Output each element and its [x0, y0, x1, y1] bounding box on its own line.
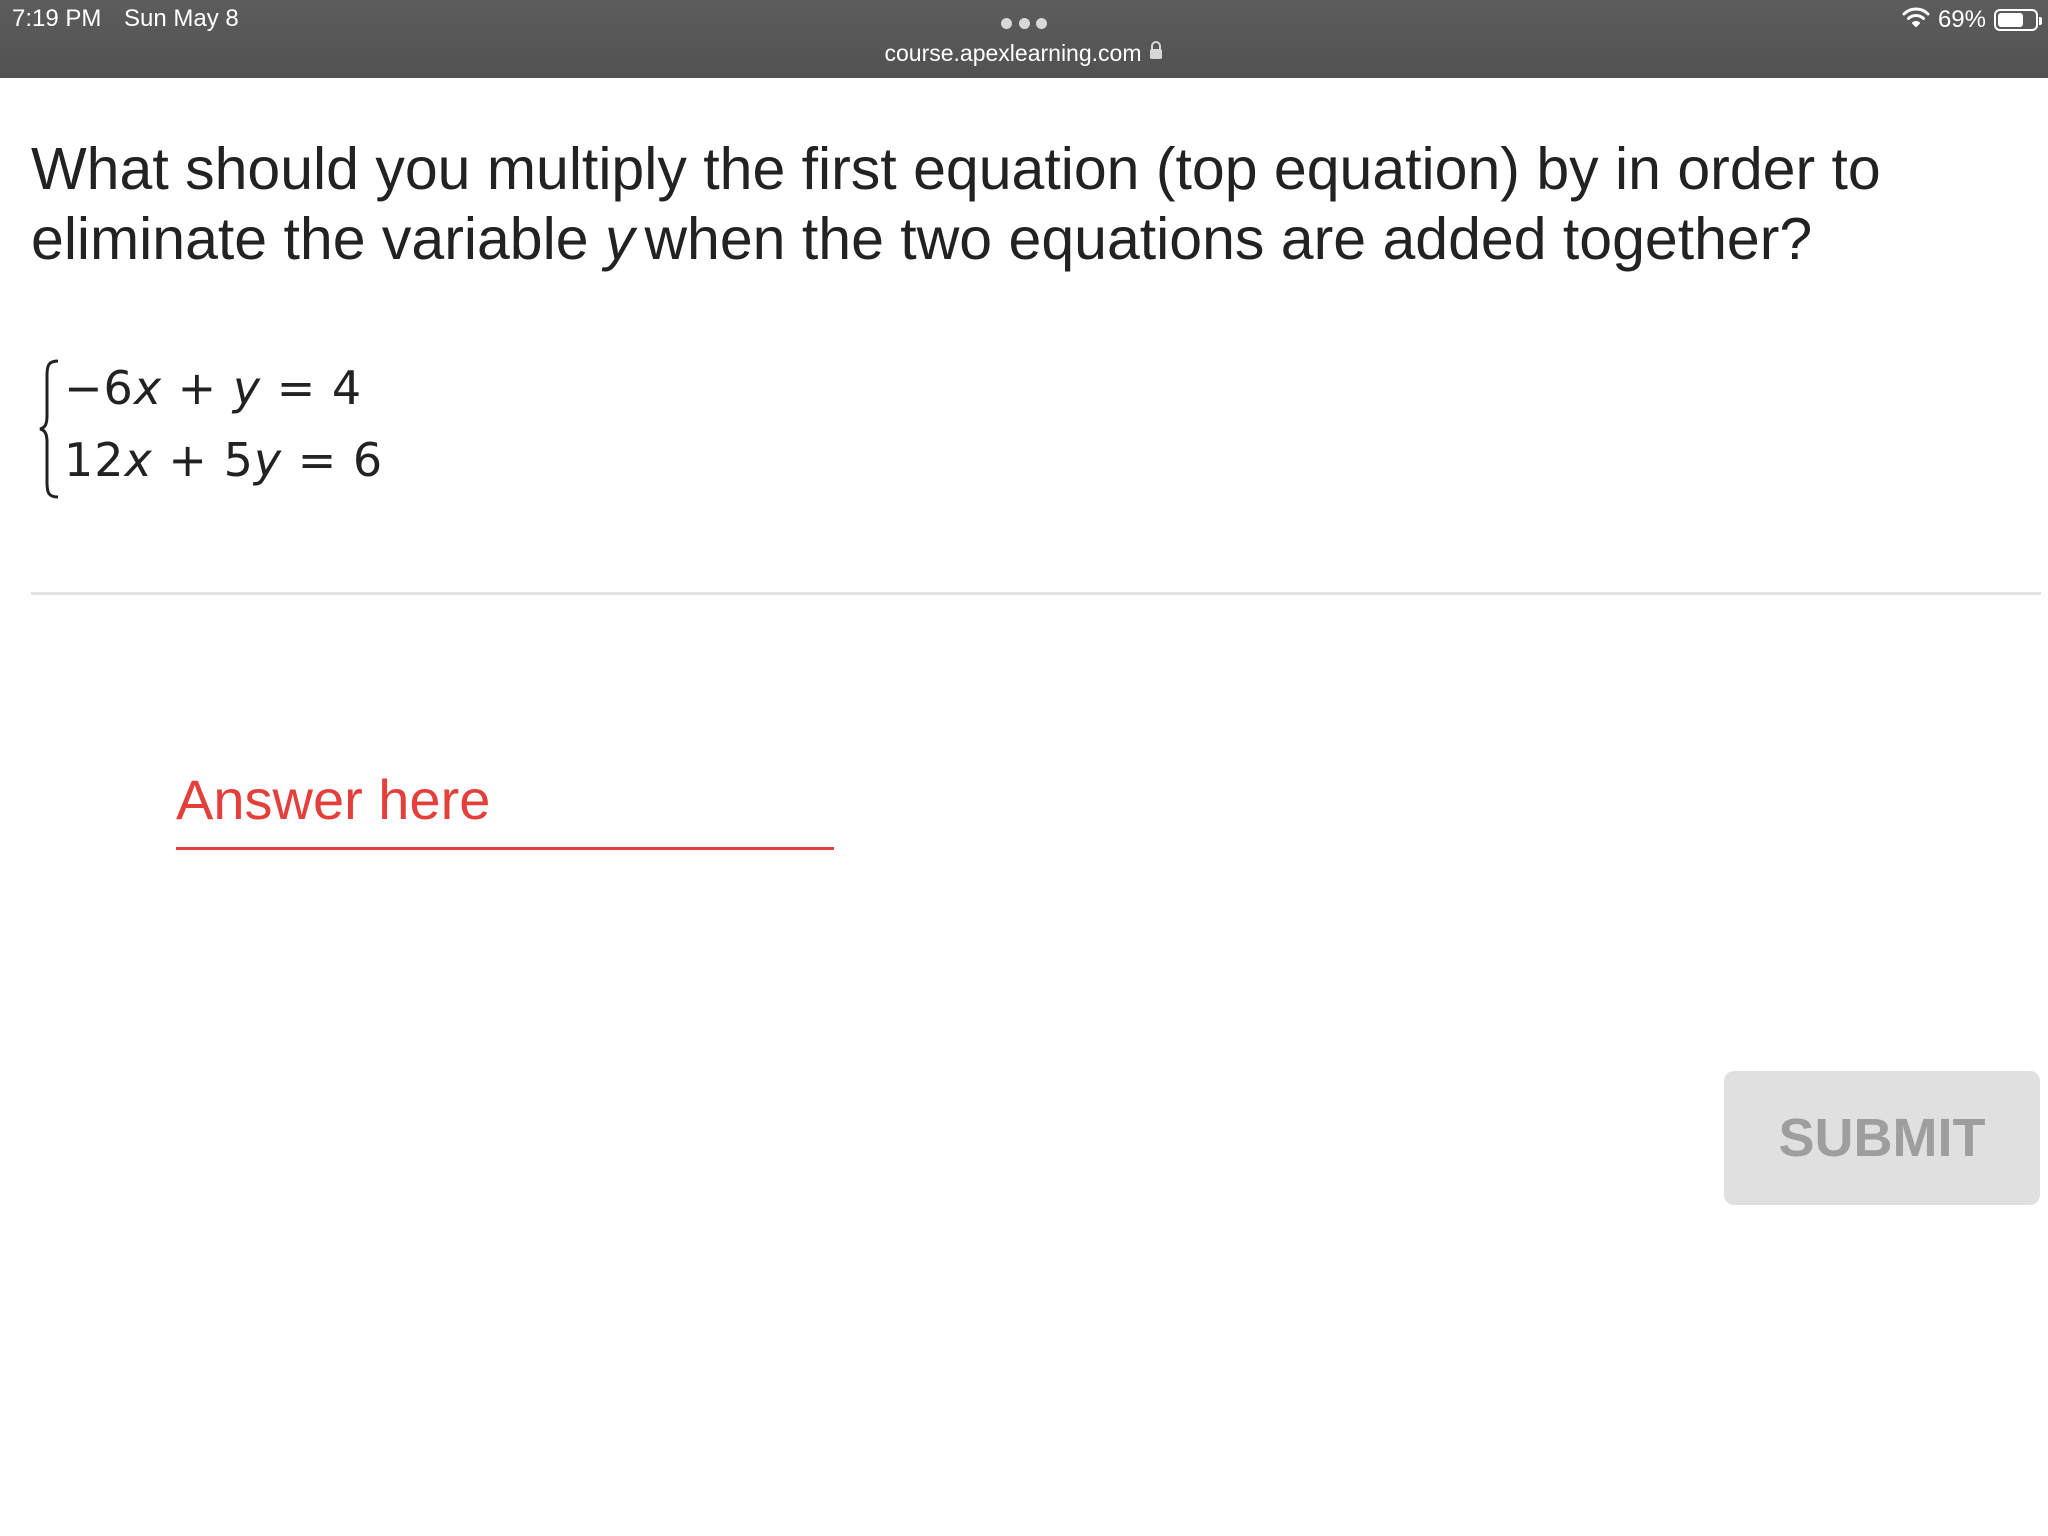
wifi-icon: [1902, 6, 1930, 35]
divider: [31, 592, 2041, 595]
browser-status-bar: 7:19 PM Sun May 8 course.apexlearning.co…: [0, 0, 2048, 78]
equation-lines: −6x + y = 4 12x + 5y = 6: [64, 352, 383, 502]
question-text-after: when the two equations are added togethe…: [644, 206, 1813, 272]
battery-percent: 69%: [1937, 6, 1986, 33]
left-brace-icon: [39, 359, 59, 499]
question-text: What should you multiply the first equat…: [31, 134, 1991, 274]
url-text: course.apexlearning.com: [884, 40, 1142, 66]
status-date: Sun May 8: [124, 5, 239, 32]
question-variable: y: [604, 206, 635, 272]
status-right: 69%: [1902, 4, 2042, 36]
status-time: 7:19 PM: [12, 5, 102, 32]
battery-icon: [1994, 9, 2042, 31]
lock-icon: [1149, 39, 1163, 66]
address-bar[interactable]: course.apexlearning.com: [0, 40, 2048, 67]
more-dots-icon[interactable]: [1001, 18, 1047, 30]
equation-system: −6x + y = 4 12x + 5y = 6: [38, 352, 383, 502]
equation-2: 12x + 5y = 6: [64, 433, 384, 487]
submit-button[interactable]: SUBMIT: [1724, 1071, 2040, 1205]
answer-input[interactable]: [176, 752, 834, 850]
equation-1: −6x + y = 4: [64, 361, 363, 415]
